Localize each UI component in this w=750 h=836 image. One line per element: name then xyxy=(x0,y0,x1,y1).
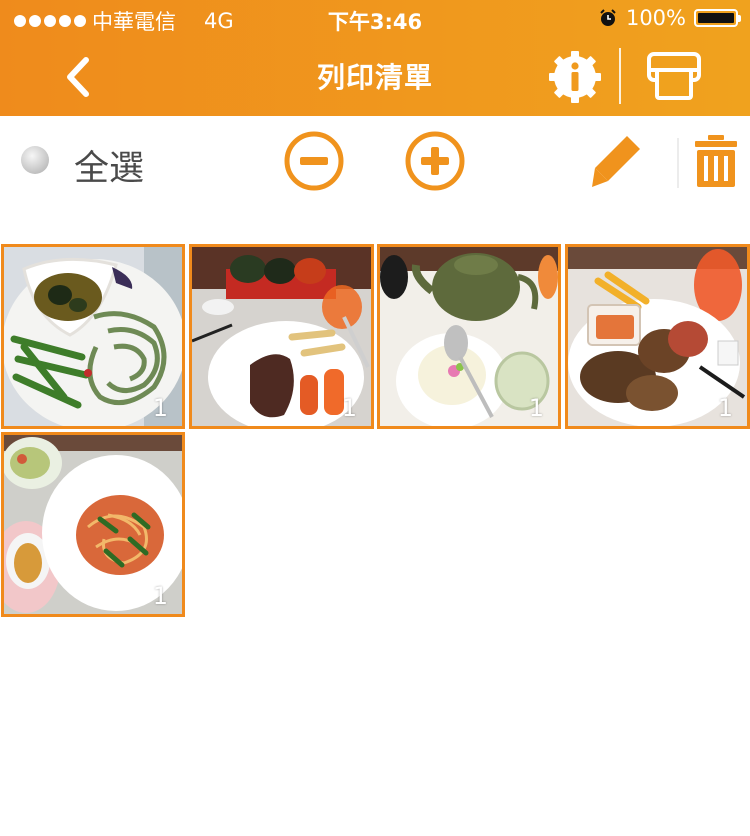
photo-thumbnail[interactable]: 1 xyxy=(565,244,750,429)
pencil-icon[interactable] xyxy=(590,133,642,189)
battery-percent: 100% xyxy=(625,6,686,30)
alarm-clock-icon xyxy=(600,9,616,26)
info-gear-icon[interactable] xyxy=(546,48,604,106)
select-all-radio[interactable] xyxy=(21,146,49,174)
photo-thumbnail[interactable]: 1 xyxy=(1,244,185,429)
print-count: 1 xyxy=(528,394,544,422)
print-count: 1 xyxy=(341,394,357,422)
printer-icon[interactable] xyxy=(646,50,702,102)
battery-level xyxy=(698,13,734,23)
battery-icon xyxy=(694,9,741,27)
minus-circle-icon[interactable] xyxy=(283,130,345,192)
photo-thumbnail[interactable]: 1 xyxy=(1,432,185,617)
toolbar-divider xyxy=(677,138,679,188)
header-divider xyxy=(619,48,621,104)
navigation-bar: 列印清單 xyxy=(0,38,750,116)
plus-circle-icon[interactable] xyxy=(404,130,466,192)
page-title: 列印清單 xyxy=(316,61,433,94)
photo-thumbnail[interactable]: 1 xyxy=(189,244,374,429)
trash-icon[interactable] xyxy=(693,133,739,189)
print-count: 1 xyxy=(717,394,733,422)
status-bar: 中華電信 4G 下午3:46 100% xyxy=(0,0,750,38)
header-bar: 中華電信 4G 下午3:46 100% 列印清單 xyxy=(0,0,750,116)
photo-thumbnail[interactable]: 1 xyxy=(377,244,561,429)
print-count: 1 xyxy=(152,582,168,610)
print-count: 1 xyxy=(152,394,168,422)
select-all-label[interactable]: 全選 xyxy=(74,140,144,191)
status-right: 100% xyxy=(598,6,741,30)
